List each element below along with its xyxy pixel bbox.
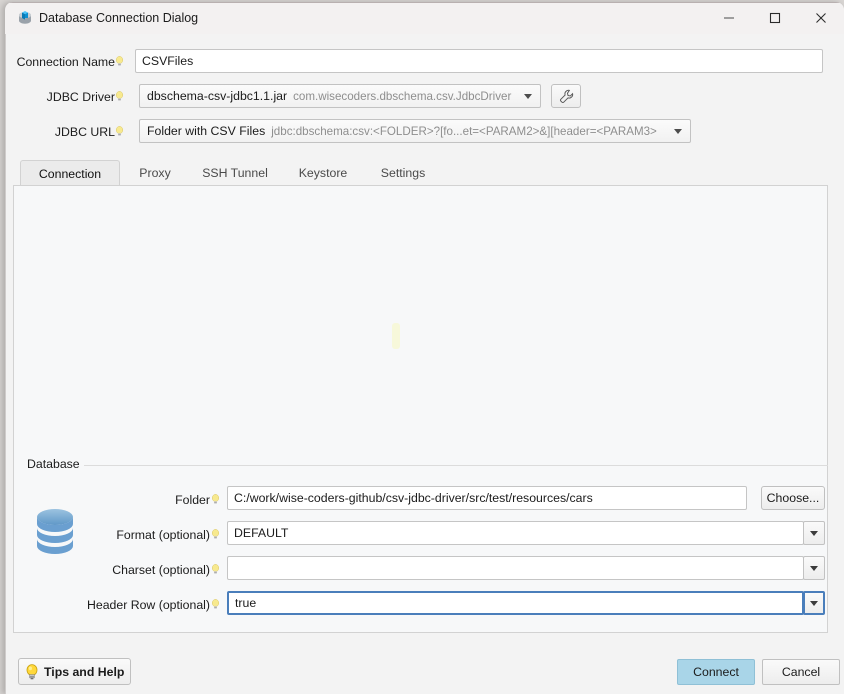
close-icon[interactable] [798, 2, 844, 34]
tab-settings[interactable]: Settings [365, 160, 441, 186]
format-combo[interactable]: DEFAULT [227, 521, 804, 545]
jdbc-url-combo[interactable]: Folder with CSV Files jdbc:dbschema:csv:… [139, 119, 691, 143]
header-row-combo-arrow-button[interactable] [803, 591, 825, 615]
database-group-label: Database [23, 457, 84, 471]
dialog-window: Database Connection Dialog Connection Na… [5, 2, 844, 694]
format-combo-arrow-button[interactable] [803, 521, 825, 545]
jdbc-driver-class: com.wisecoders.dbschema.csv.JdbcDriver [293, 89, 512, 103]
header-row-combo[interactable]: true [227, 591, 804, 615]
tab-bar: Connection Proxy SSH Tunnel Keystore Set… [13, 160, 828, 186]
charset-combo[interactable] [227, 556, 804, 580]
chevron-down-icon [810, 530, 818, 536]
connection-name-input[interactable]: CSVFiles [135, 49, 823, 73]
charset-combo-arrow-button[interactable] [803, 556, 825, 580]
tips-and-help-button[interactable]: Tips and Help [18, 658, 131, 685]
hint-bulb-icon [212, 599, 219, 610]
chevron-down-icon [810, 565, 818, 571]
tab-ssh-tunnel[interactable]: SSH Tunnel [189, 160, 281, 186]
charset-label: Charset (optional) [112, 563, 210, 577]
title-bar: Database Connection Dialog [5, 2, 844, 34]
chevron-down-icon [810, 600, 818, 606]
hint-bulb-icon [212, 564, 219, 575]
jdbc-url-label: JDBC URL [54, 125, 115, 139]
window-title: Database Connection Dialog [39, 11, 199, 25]
hint-bulb-icon [116, 91, 123, 102]
header-row-value: true [235, 596, 257, 610]
window-left-edge [5, 2, 6, 694]
tips-and-help-label: Tips and Help [44, 664, 125, 679]
connection-name-value: CSVFiles [142, 54, 194, 68]
database-dialog-icon [17, 10, 33, 26]
chevron-down-icon [674, 129, 682, 134]
hint-bulb-icon [212, 529, 219, 540]
folder-label: Folder [175, 493, 210, 507]
header-row-label: Header Row (optional) [86, 598, 210, 612]
tab-keystore[interactable]: Keystore [283, 160, 363, 186]
connect-button[interactable]: Connect [677, 659, 755, 685]
wrench-icon [559, 89, 573, 103]
hint-bulb-icon [116, 126, 123, 137]
jdbc-driver-label: JDBC Driver [46, 90, 115, 104]
cancel-button[interactable]: Cancel [762, 659, 840, 685]
hint-bulb-icon [212, 494, 219, 505]
tab-connection[interactable]: Connection [20, 160, 120, 186]
folder-value: C:/work/wise-coders-github/csv-jdbc-driv… [234, 491, 593, 505]
connection-name-label: Connection Name [16, 55, 115, 69]
format-label: Format (optional) [116, 528, 210, 542]
tab-proxy[interactable]: Proxy [123, 160, 187, 186]
choose-folder-button[interactable]: Choose... [761, 486, 825, 510]
hint-bulb-icon [116, 56, 123, 67]
maximize-icon[interactable] [752, 2, 798, 34]
folder-input[interactable]: C:/work/wise-coders-github/csv-jdbc-driv… [227, 486, 747, 510]
lightbulb-icon [25, 663, 39, 680]
minimize-icon[interactable] [706, 2, 752, 34]
format-value: DEFAULT [234, 526, 289, 540]
jdbc-driver-value: dbschema-csv-jdbc1.1.jar [147, 89, 288, 103]
jdbc-driver-edit-button[interactable] [551, 84, 581, 108]
chevron-down-icon [524, 94, 532, 99]
center-highlight-marker [392, 323, 400, 349]
jdbc-driver-combo[interactable]: dbschema-csv-jdbc1.1.jar com.wisecoders.… [139, 84, 541, 108]
jdbc-url-template: jdbc:dbschema:csv:<FOLDER>?[fo...et=<PAR… [271, 124, 657, 138]
jdbc-url-value: Folder with CSV Files [147, 124, 266, 138]
